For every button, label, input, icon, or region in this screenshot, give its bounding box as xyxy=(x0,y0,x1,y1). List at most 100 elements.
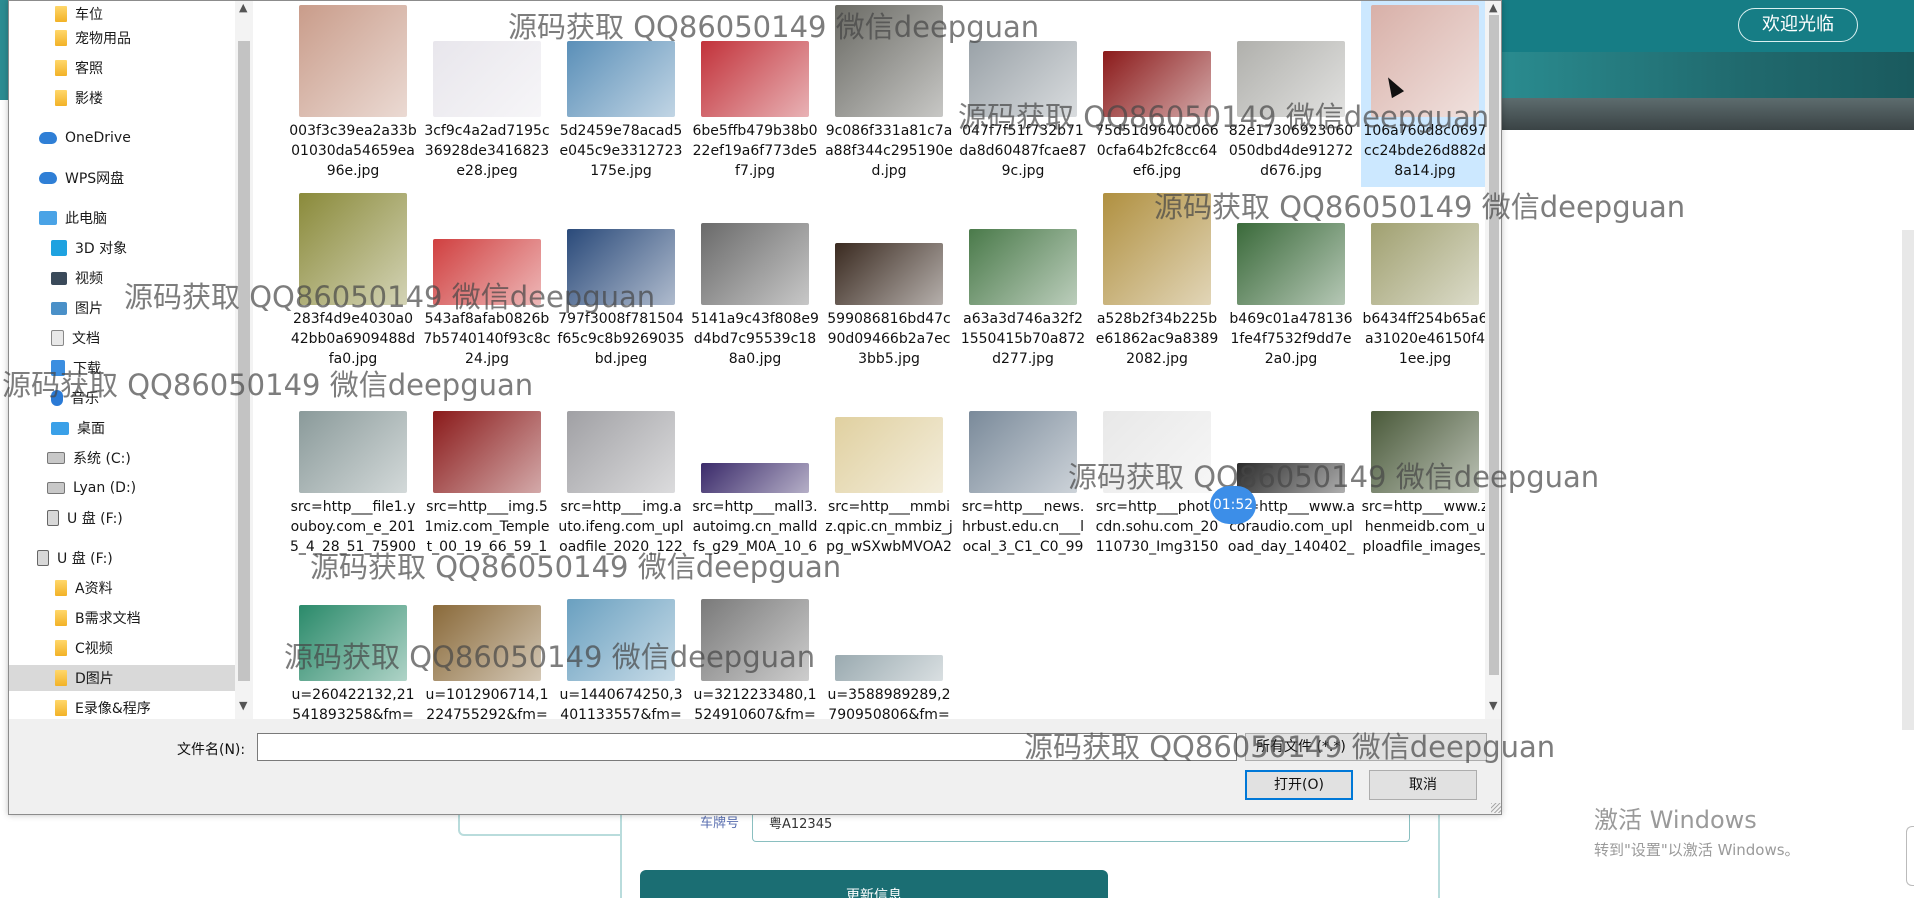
file-item[interactable]: src=http___file1.youboy.com_e_2015_4_28_… xyxy=(289,377,417,563)
file-item[interactable]: 047f7f51f732b71da8d60487fcae879c.jpg xyxy=(959,1,1087,187)
nav-item-5[interactable]: WPS网盘 xyxy=(39,165,124,191)
nav-item-label: 此电脑 xyxy=(65,211,107,227)
app-header-banner-shadow xyxy=(1496,98,1914,130)
nav-item-18[interactable]: A资料 xyxy=(55,575,113,601)
file-item[interactable]: src=http___img.auto.ifeng.com_uploadfile… xyxy=(557,377,685,563)
file-item[interactable]: 6be5ffb479b38b022ef19a6f773de5f7.jpg xyxy=(691,1,819,187)
filename-input[interactable] xyxy=(257,733,1237,761)
file-item[interactable]: src=http___mmbiz.qpic.cn_mmbiz_jpg_wSXwb… xyxy=(825,377,953,563)
file-item[interactable]: 5141a9c43f808e9d4bd7c95539c188a0.jpg xyxy=(691,189,819,375)
page-scrollbar[interactable] xyxy=(1902,230,1914,730)
file-item[interactable]: src=http___img.51miz.com_Templet_00_19_6… xyxy=(423,377,551,563)
files-scroll-down-arrow-icon[interactable]: ▼ xyxy=(1489,699,1497,712)
file-name: src=http___file1.youboy.com_e_2015_4_28_… xyxy=(290,499,416,555)
file-item[interactable]: u=3588989289,2790950806&fm=26&gp=0.jpg xyxy=(825,565,953,719)
file-thumbnail xyxy=(701,41,809,117)
file-item[interactable]: u=1440674250,3401133557&fm=26&gp=0.jpg xyxy=(557,565,685,719)
nav-scroll-up-arrow-icon[interactable]: ▲ xyxy=(239,1,247,14)
file-thumbnail xyxy=(299,411,407,493)
nav-item-21[interactable]: D图片 xyxy=(9,665,235,691)
file-item[interactable]: src=http___mall3.autoimg.cn_malldfs_g29_… xyxy=(691,377,819,563)
file-name: 047f7f51f732b71da8d60487fcae879c.jpg xyxy=(959,123,1087,179)
file-item[interactable]: src=http___news.hrbust.edu.cn___local_3_… xyxy=(959,377,1087,563)
files-scroll-thumb[interactable] xyxy=(1489,15,1499,675)
nav-item-9[interactable]: 图片 xyxy=(51,295,103,321)
file-thumbnail xyxy=(701,463,809,493)
navigation-scrollbar[interactable]: ▲ ▼ xyxy=(235,1,253,719)
file-open-dialog: 车位 宠物用品客照影楼 OneDrive WPS网盘此电脑 3D 对象视频图片文档下载音… xyxy=(8,0,1502,815)
cancel-button[interactable]: 取消 xyxy=(1369,770,1477,800)
nav-item-label: 下载 xyxy=(73,361,101,377)
file-thumbnail xyxy=(1371,223,1479,305)
nav-item-8[interactable]: 视频 xyxy=(51,265,103,291)
file-thumbnail xyxy=(701,599,809,681)
file-item[interactable]: b6434ff254b65a6a31020e46150f41ee.jpg xyxy=(1361,189,1485,375)
file-item[interactable]: 82e17306923060050dbd4de91272d676.jpg xyxy=(1227,1,1355,187)
file-item[interactable]: 5d2459e78acad5e045c9e3312723175e.jpg xyxy=(557,1,685,187)
file-item[interactable]: 003f3c39ea2a33b01030da54659ea96e.jpg xyxy=(289,1,417,187)
file-name: a528b2f34b225be61862ac9a83892082.jpg xyxy=(1095,311,1219,367)
file-item[interactable]: 599086816bd47c90d09466b2a7ec3bb5.jpg xyxy=(825,189,953,375)
welcome-button[interactable]: 欢迎光临 xyxy=(1738,8,1858,42)
file-thumbnail xyxy=(567,41,675,117)
nav-item-15[interactable]: Lyan (D:) xyxy=(47,475,136,501)
nav-scroll-down-arrow-icon[interactable]: ▼ xyxy=(239,699,247,712)
file-thumbnail xyxy=(567,229,675,305)
nav-item-7[interactable]: 3D 对象 xyxy=(51,235,127,261)
file-item[interactable]: u=3212233480,1524910607&fm=11&gp=0.jpg xyxy=(691,565,819,719)
file-item[interactable]: b469c01a4781361fe4f7532f9dd7e2a0.jpg xyxy=(1227,189,1355,375)
file-item[interactable]: src=http___photocdn.sohu.com_20110730_Im… xyxy=(1093,377,1221,563)
files-scroll-up-arrow-icon[interactable]: ▲ xyxy=(1489,1,1497,14)
nav-item-12[interactable]: 音乐 xyxy=(51,385,99,411)
nav-item-label: 影楼 xyxy=(75,91,103,107)
file-item[interactable]: u=260422132,21541893258&fm=26&gp=0.jpg xyxy=(289,565,417,719)
update-info-button[interactable]: 更新信息 xyxy=(640,870,1108,898)
nav-item-13[interactable]: 桌面 xyxy=(51,415,105,441)
file-name: u=1012906714,1224755292&fm=26&gp=0.jpg xyxy=(425,687,549,719)
file-item[interactable]: a528b2f34b225be61862ac9a83892082.jpg xyxy=(1093,189,1221,375)
filename-label: 文件名(N): xyxy=(177,742,246,758)
pictures-icon xyxy=(51,301,67,315)
file-thumbnail xyxy=(1371,411,1479,493)
file-item[interactable]: a63a3d746a32f21550415b70a872d277.jpg xyxy=(959,189,1087,375)
windows-activation-notice: 激活 Windows 转到"设置"以激活 Windows。 xyxy=(1594,800,1800,860)
file-item[interactable]: 9c086f331a81c7aa88f344c295190ed.jpg xyxy=(825,1,953,187)
nav-item-14[interactable]: 系统 (C:) xyxy=(47,445,131,471)
nav-item-label: OneDrive xyxy=(65,130,131,146)
nav-item-1[interactable]: 宠物用品 xyxy=(55,25,131,51)
file-type-select[interactable]: 所有文件 (*.*) xyxy=(1245,733,1487,761)
nav-item-20[interactable]: C视频 xyxy=(55,635,113,661)
file-name: 5141a9c43f808e9d4bd7c95539c188a0.jpg xyxy=(691,311,819,367)
file-item[interactable]: 543af8afab0826b7b5740140f93c8c24.jpg xyxy=(423,189,551,375)
file-name: 797f3008f781504f65c9c8b9269035bd.jpeg xyxy=(557,311,685,367)
nav-item-22[interactable]: E录像&程序 xyxy=(55,695,151,719)
file-item[interactable]: 797f3008f781504f65c9c8b9269035bd.jpeg xyxy=(557,189,685,375)
resize-grip-icon[interactable] xyxy=(1491,803,1501,813)
nav-item-17[interactable]: U 盘 (F:) xyxy=(37,545,113,571)
nav-item-10[interactable]: 文档 xyxy=(51,325,100,351)
app-header-banner xyxy=(1496,52,1914,98)
nav-item-16[interactable]: U 盘 (F:) xyxy=(47,505,123,531)
file-list-scrollbar[interactable]: ▲ ▼ xyxy=(1485,1,1501,719)
file-item[interactable]: 283f4d9e4030a042bb0a6909488dfa0.jpg xyxy=(289,189,417,375)
nav-item-2[interactable]: 客照 xyxy=(55,55,103,81)
nav-item-6[interactable]: 此电脑 xyxy=(39,205,107,231)
file-item[interactable]: 106a760d8c0697cc24bde26d882d8a14.jpg xyxy=(1361,1,1485,187)
file-item[interactable]: 75d51d9640c0660cfa64b2fc8cc64ef6.jpg xyxy=(1093,1,1221,187)
nav-item-19[interactable]: B需求文档 xyxy=(55,605,141,631)
nav-item-0[interactable]: 车位 xyxy=(55,1,103,27)
file-item[interactable]: u=1012906714,1224755292&fm=26&gp=0.jpg xyxy=(423,565,551,719)
file-item[interactable]: src=http___www.zhenmeidb.com_uploadfile_… xyxy=(1361,377,1485,563)
nav-scroll-thumb[interactable] xyxy=(238,41,250,681)
open-button[interactable]: 打开(O) xyxy=(1245,770,1353,800)
folder-icon xyxy=(55,30,67,46)
file-item[interactable]: src=http___www.acoraudio.com_upload_day_… xyxy=(1227,377,1355,563)
file-thumbnail xyxy=(835,243,943,305)
file-list-area: 003f3c39ea2a33b01030da54659ea96e.jpg 3cf9… xyxy=(253,1,1485,719)
file-name: 3cf9c4a2ad7195c36928de3416823e28.jpeg xyxy=(424,123,550,179)
nav-item-11[interactable]: 下载 xyxy=(51,355,101,381)
nav-item-3[interactable]: 影楼 xyxy=(55,85,103,111)
file-name: 5d2459e78acad5e045c9e3312723175e.jpg xyxy=(559,123,683,179)
nav-item-4[interactable]: OneDrive xyxy=(39,125,131,151)
file-item[interactable]: 3cf9c4a2ad7195c36928de3416823e28.jpeg xyxy=(423,1,551,187)
